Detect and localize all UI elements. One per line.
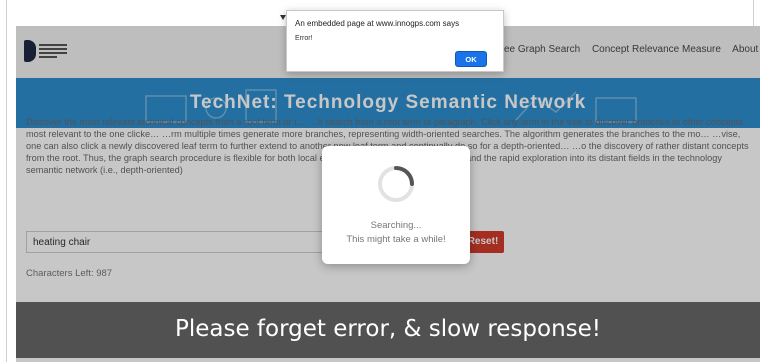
alert-dialog: An embedded page at www.innogps.com says… — [286, 10, 504, 72]
caption-text: Please forget error, & slow response! — [174, 316, 602, 342]
loading-spinner-icon — [378, 166, 414, 202]
alert-message: Error! — [295, 35, 313, 42]
caption-banner: Please forget error, & slow response! — [16, 302, 760, 358]
alert-ok-button[interactable]: OK — [455, 51, 487, 67]
loading-note: This might take a while! — [346, 234, 446, 245]
screen: ee Graph Search Concept Relevance Measur… — [0, 0, 760, 362]
loading-status: Searching... — [370, 220, 422, 231]
alert-title: An embedded page at www.innogps.com says — [295, 19, 460, 28]
loading-modal: Searching... This might take a while! — [322, 146, 470, 264]
